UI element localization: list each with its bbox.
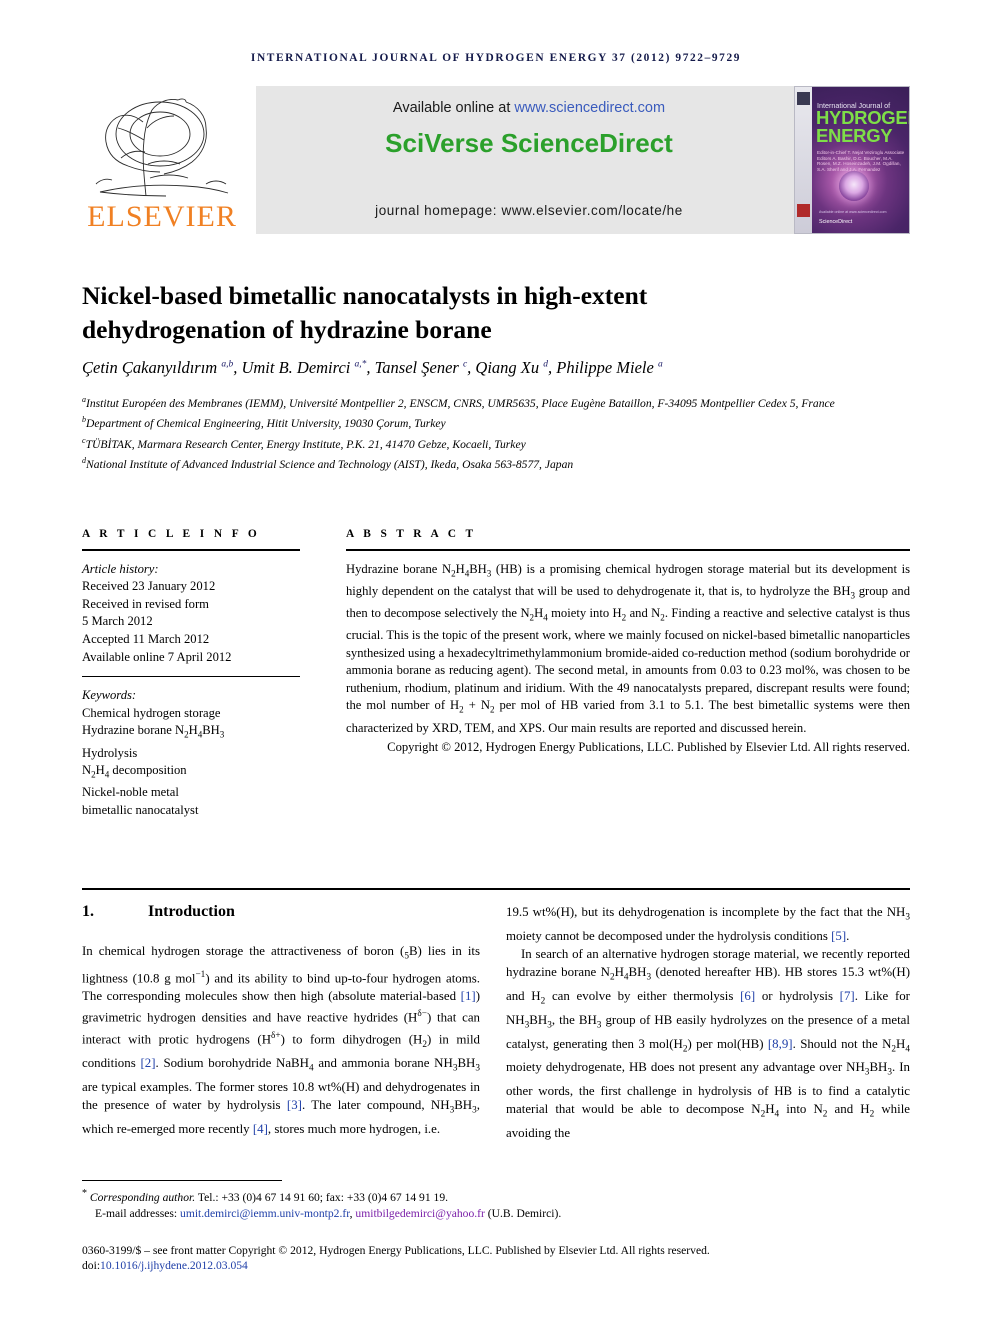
cover-ring-graphic — [839, 171, 869, 201]
keyword-item: Chemical hydrogen storage — [82, 705, 221, 720]
available-online-text: Available online at — [392, 100, 515, 116]
corresponding-author-line: * Corresponding author. Tel.: +33 (0)4 6… — [82, 1188, 449, 1204]
section-title: Introduction — [148, 903, 235, 920]
body-separator-rule — [82, 888, 910, 891]
paper-page: INTERNATIONAL JOURNAL OF HYDROGEN ENERGY… — [0, 0, 992, 1323]
keyword-item: N2H4 decomposition — [82, 763, 187, 780]
abstract-column: A B S T R A C T Hydrazine borane N2H4BH3… — [346, 528, 910, 757]
abstract-text: Hydrazine borane N2H4BH3 (HB) is a promi… — [346, 561, 911, 735]
journal-homepage-line[interactable]: journal homepage: www.elsevier.com/locat… — [256, 203, 802, 218]
email-owner: (U.B. Demirci). — [484, 1207, 562, 1221]
sciencedirect-link[interactable]: www.sciencedirect.com — [514, 100, 665, 116]
cover-title-line2: ENERGY — [816, 125, 893, 146]
doi-link[interactable]: 10.1016/j.ijhydene.2012.03.054 — [100, 1259, 248, 1272]
body-column-right: 19.5 wt%(H), but its dehydrogenation is … — [506, 903, 910, 1142]
article-history-item: Received in revised form — [82, 596, 209, 611]
cover-sd-tagline: Available online at www.sciencedirect.co… — [819, 210, 887, 214]
elsevier-tree-icon — [95, 98, 229, 197]
body-paragraph: In chemical hydrogen storage the attract… — [82, 944, 481, 1136]
affiliation-text: Institut Européen des Membranes (IEMM), … — [86, 396, 835, 410]
keywords-label: Keywords: — [82, 688, 137, 703]
email-label: E-mail addresses: — [95, 1207, 178, 1221]
email-line: E-mail addresses: umit.demirci@iemm.univ… — [82, 1206, 910, 1222]
affiliation-item: aInstitut Européen des Membranes (IEMM),… — [82, 392, 910, 412]
keyword-item: Nickel-noble metal — [82, 785, 179, 800]
doi-line: doi:10.1016/j.ijhydene.2012.03.054 — [82, 1259, 910, 1272]
cover-iahe-logo-icon — [797, 204, 810, 217]
corresponding-author-note: * Corresponding author. Tel.: +33 (0)4 6… — [82, 1186, 910, 1222]
abstract-heading: A B S T R A C T — [346, 528, 477, 540]
keyword-item: bimetallic nanocatalyst — [82, 802, 199, 817]
abstract-copyright: Copyright © 2012, Hydrogen Energy Public… — [387, 740, 910, 755]
cover-title: HYDROGEN ENERGY — [816, 108, 909, 146]
cover-editor-list: Editor-in-Chief T. Nejat Veziroglu Assoc… — [817, 150, 905, 172]
affiliation-text: TÜBİTAK, Marmara Research Center, Energy… — [85, 437, 526, 451]
keywords-block: Keywords: Chemical hydrogen storage Hydr… — [82, 677, 300, 819]
author-list: Çetin Çakanyıldırım a,b, Umit B. Demirci… — [82, 358, 663, 377]
section-number: 1. — [82, 903, 94, 920]
affiliation-text: National Institute of Advanced Industria… — [86, 457, 574, 471]
article-history-item: Available online 7 April 2012 — [82, 649, 232, 664]
affiliation-text: Department of Chemical Engineering, Hiti… — [86, 417, 446, 431]
sciverse-sciencedirect-logo: SciVerse ScienceDirect — [385, 128, 673, 158]
footnote-rule — [82, 1180, 282, 1181]
cover-sciencedirect-mark: ScienceDirect — [819, 219, 853, 225]
doi-prefix: doi: — [82, 1259, 101, 1272]
body-column-left: In chemical hydrogen storage the attract… — [82, 942, 480, 1138]
sciencedirect-banner: Available online at www.sciencedirect.co… — [256, 86, 802, 234]
email-link-primary[interactable]: umit.demirci@iemm.univ-montp2.fr — [180, 1207, 350, 1220]
article-info-column: A R T I C L E I N F O Article history: R… — [82, 528, 300, 819]
affiliation-item: dNational Institute of Advanced Industri… — [82, 453, 910, 473]
affiliation-list: aInstitut Européen des Membranes (IEMM),… — [82, 392, 910, 473]
elsevier-logo-block: ELSEVIER — [82, 86, 248, 234]
keyword-item: Hydrolysis — [82, 745, 138, 760]
issn-copyright-line: 0360-3199/$ – see front matter Copyright… — [82, 1244, 710, 1257]
running-head: INTERNATIONAL JOURNAL OF HYDROGEN ENERGY… — [250, 52, 742, 64]
article-history-block: Article history: Received 23 January 201… — [82, 551, 300, 677]
article-history-item: 5 March 2012 — [82, 614, 153, 629]
cover-publisher-mark-icon — [797, 92, 810, 105]
body-paragraph: 19.5 wt%(H), but its dehydrogenation is … — [506, 905, 910, 943]
email-link-secondary[interactable]: umitbilgedemirci@yahoo.fr — [355, 1207, 484, 1220]
article-history-item: Accepted 11 March 2012 — [82, 632, 210, 647]
affiliation-item: cTÜBİTAK, Marmara Research Center, Energ… — [82, 433, 910, 453]
article-info-heading: A R T I C L E I N F O — [82, 528, 261, 540]
article-history-item: Received 23 January 2012 — [82, 579, 216, 594]
elsevier-wordmark: ELSEVIER — [87, 200, 237, 233]
body-paragraph: In search of an alternative hydrogen sto… — [506, 946, 910, 1141]
available-online-line: Available online at www.sciencedirect.co… — [256, 100, 802, 116]
page-title: Nickel-based bimetallic nanocatalysts in… — [82, 281, 648, 345]
journal-cover-thumbnail[interactable]: International Journal of HYDROGEN ENERGY… — [794, 86, 910, 234]
journal-masthead: ELSEVIER Available online at www.science… — [82, 86, 910, 234]
section-heading: 1. Introduction — [82, 903, 482, 921]
affiliation-item: bDepartment of Chemical Engineering, Hit… — [82, 412, 910, 432]
article-history-label: Article history: — [82, 561, 159, 576]
keyword-item: Hydrazine borane N2H4BH3 — [82, 723, 225, 740]
